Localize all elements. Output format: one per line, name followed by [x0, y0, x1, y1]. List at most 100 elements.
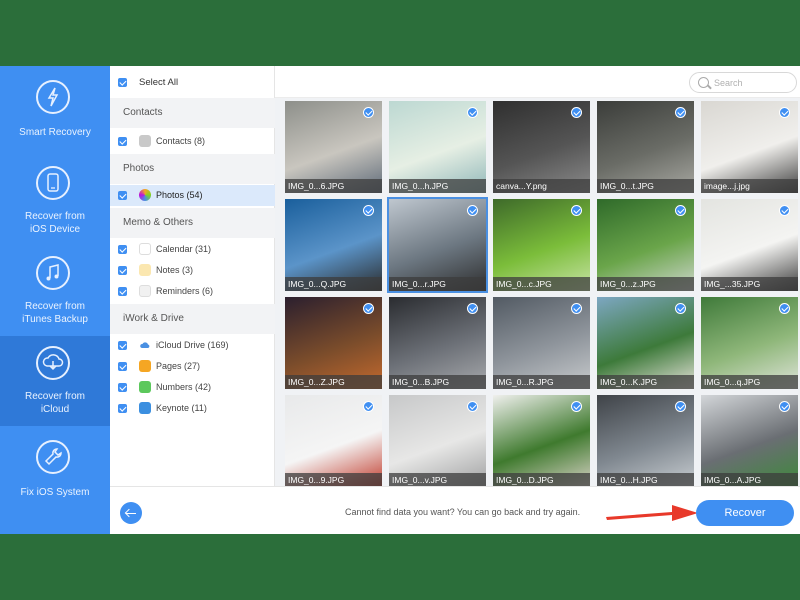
photo-thumbnail[interactable]: IMG_0...R.JPG	[493, 297, 590, 389]
category-checkbox[interactable]	[118, 341, 127, 350]
photo-thumbnail[interactable]: IMG_0...t.JPG	[597, 101, 694, 193]
bottom-bar: Cannot find data you want? You can go ba…	[110, 486, 800, 534]
search-icon	[698, 77, 709, 88]
photo-check-icon[interactable]	[363, 107, 374, 118]
category-item-contacts[interactable]: Contacts (8)	[110, 131, 275, 152]
category-label: iCloud Drive (169)	[156, 340, 229, 350]
photo-filename: IMG_0...Q.JPG	[285, 277, 382, 291]
nav-item-ios-device[interactable]: Recover from iOS Device	[0, 156, 110, 246]
photo-thumbnail[interactable]: IMG_0...c.JPG	[493, 199, 590, 291]
photo-check-icon[interactable]	[779, 303, 790, 314]
category-item-icloud-drive[interactable]: iCloud Drive (169)	[110, 335, 275, 356]
photo-check-icon[interactable]	[571, 303, 582, 314]
category-item-reminders[interactable]: Reminders (6)	[110, 281, 275, 302]
select-all-row[interactable]: Select All	[110, 66, 275, 98]
nav-item-icloud[interactable]: Recover from iCloud	[0, 336, 110, 426]
photo-check-icon[interactable]	[779, 205, 790, 216]
category-checkbox[interactable]	[118, 266, 127, 275]
category-checkbox[interactable]	[118, 287, 127, 296]
category-label: Pages (27)	[156, 361, 201, 371]
category-item-keynote[interactable]: Keynote (11)	[110, 398, 275, 419]
photo-thumbnail[interactable]: IMG_0...Z.JPG	[285, 297, 382, 389]
category-label: Numbers (42)	[156, 382, 212, 392]
photo-thumbnail[interactable]: IMG_0...r.JPG	[387, 197, 488, 293]
nav-label-icloud: Recover from iCloud	[24, 391, 85, 415]
photo-filename: IMG_0...H.JPG	[597, 473, 694, 487]
search-box[interactable]	[689, 72, 797, 93]
photo-check-icon[interactable]	[779, 107, 790, 118]
photo-grid: IMG_0...6.JPG IMG_0...h.JPG canva...Y.png I…	[275, 98, 800, 487]
photo-thumbnail[interactable]: canva...Y.png	[493, 101, 590, 193]
category-checkbox[interactable]	[118, 362, 127, 371]
photo-check-icon[interactable]	[363, 205, 374, 216]
photo-filename: IMG_0...B.JPG	[389, 375, 486, 389]
photo-filename: IMG_0...6.JPG	[285, 179, 382, 193]
photo-thumbnail[interactable]: IMG_0...z.JPG	[597, 199, 694, 291]
back-button[interactable]	[120, 502, 142, 524]
category-checkbox[interactable]	[118, 383, 127, 392]
photo-thumbnail[interactable]: IMG_0...v.JPG	[389, 395, 486, 487]
category-label: Notes (3)	[156, 265, 194, 275]
phone-icon	[36, 166, 70, 200]
contacts-icon	[139, 135, 151, 147]
nav-label-ios-device: Recover from iOS Device	[24, 211, 85, 235]
nav-item-smart-recovery[interactable]: Smart Recovery	[0, 66, 110, 156]
photo-thumbnail[interactable]: IMG_0...A.JPG	[701, 395, 798, 487]
category-checkbox[interactable]	[118, 191, 127, 200]
category-item-numbers[interactable]: Numbers (42)	[110, 377, 275, 398]
photo-filename: IMG_0...v.JPG	[389, 473, 486, 487]
photo-check-icon[interactable]	[363, 401, 374, 412]
photo-filename: IMG_0...z.JPG	[597, 277, 694, 291]
photo-check-icon[interactable]	[675, 205, 686, 216]
search-input[interactable]	[714, 76, 792, 89]
photo-check-icon[interactable]	[571, 401, 582, 412]
nav-item-itunes-backup[interactable]: Recover from iTunes Backup	[0, 246, 110, 336]
photo-check-icon[interactable]	[675, 107, 686, 118]
photo-filename: IMG_...35.JPG	[701, 277, 798, 291]
category-panel: Select All Contacts Contacts (8) Photos …	[110, 66, 275, 486]
photo-check-icon[interactable]	[467, 303, 478, 314]
nav-label-itunes-backup: Recover from iTunes Backup	[22, 301, 88, 325]
photo-filename: IMG_0...h.JPG	[389, 179, 486, 193]
nav-label-fix-ios: Fix iOS System	[20, 487, 90, 498]
photo-thumbnail[interactable]: IMG_0...h.JPG	[389, 101, 486, 193]
icloud-drive-icon	[139, 339, 151, 351]
category-checkbox[interactable]	[118, 245, 127, 254]
photo-thumbnail[interactable]: IMG_0...Q.JPG	[285, 199, 382, 291]
photo-check-icon[interactable]	[675, 303, 686, 314]
photo-check-icon[interactable]	[467, 401, 478, 412]
select-all-checkbox[interactable]	[118, 78, 127, 87]
photo-check-icon[interactable]	[675, 401, 686, 412]
photo-check-icon[interactable]	[467, 107, 478, 118]
recover-button[interactable]: Recover	[696, 500, 794, 526]
photo-thumbnail[interactable]: IMG_0...D.JPG	[493, 395, 590, 487]
photo-thumbnail[interactable]: IMG_0...H.JPG	[597, 395, 694, 487]
category-item-notes[interactable]: Notes (3)	[110, 260, 275, 281]
category-header-contacts: Contacts	[110, 98, 275, 128]
photo-thumbnail[interactable]: image...j.jpg	[701, 101, 798, 193]
photo-thumbnail[interactable]: IMG_0...B.JPG	[389, 297, 486, 389]
keynote-icon	[139, 402, 151, 414]
category-item-calendar[interactable]: Calendar (31)	[110, 239, 275, 260]
numbers-icon	[139, 381, 151, 393]
photo-thumbnail[interactable]: IMG_0...6.JPG	[285, 101, 382, 193]
photo-check-icon[interactable]	[571, 107, 582, 118]
hint-text: Cannot find data you want? You can go ba…	[345, 507, 581, 517]
music-note-icon	[36, 256, 70, 290]
photo-thumbnail[interactable]: IMG_0...K.JPG	[597, 297, 694, 389]
photo-thumbnail[interactable]: IMG_0...q.JPG	[701, 297, 798, 389]
category-checkbox[interactable]	[118, 137, 127, 146]
category-item-photos[interactable]: Photos (54)	[110, 185, 275, 206]
photo-check-icon[interactable]	[779, 401, 790, 412]
photo-filename: IMG_0...c.JPG	[493, 277, 590, 291]
photo-check-icon[interactable]	[363, 303, 374, 314]
photo-thumbnail[interactable]: IMG_...35.JPG	[701, 199, 798, 291]
photo-check-icon[interactable]	[571, 205, 582, 216]
photo-check-icon[interactable]	[467, 205, 478, 216]
photo-thumbnail[interactable]: IMG_0...9.JPG	[285, 395, 382, 487]
category-item-pages[interactable]: Pages (27)	[110, 356, 275, 377]
category-checkbox[interactable]	[118, 404, 127, 413]
nav-item-fix-ios[interactable]: Fix iOS System	[0, 426, 110, 516]
notes-icon	[139, 264, 151, 276]
category-label: Contacts (8)	[156, 136, 206, 146]
